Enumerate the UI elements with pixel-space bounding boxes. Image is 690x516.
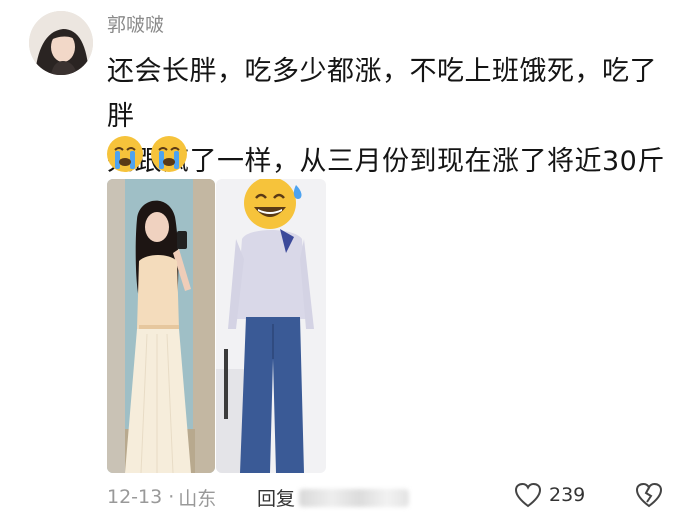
crying-face-icon [107, 136, 143, 172]
comment-location: 山东 [178, 487, 217, 510]
like-button[interactable]: 239 [514, 482, 585, 508]
comment-date: 12-13 [107, 486, 163, 508]
comment-text: 还会长胖，吃多少都涨，不吃上班饿死，吃了胖 死跟疯了一样，从三月份到现在涨了将近… [107, 49, 667, 184]
reply-button[interactable]: 回复 [257, 484, 410, 511]
like-count: 239 [549, 484, 586, 506]
username[interactable]: 郭啵啵 [107, 10, 164, 37]
emoji-row [105, 134, 189, 174]
comment-line-2: 死跟疯了一样，从三月份到现在涨了将近30斤 [107, 146, 665, 177]
after-photo[interactable] [216, 179, 326, 473]
crying-face-icon [151, 136, 187, 172]
heart-icon [514, 482, 542, 508]
dot-separator: · [168, 486, 175, 508]
comment-footer: 12-13 · 山东 回复 239 [107, 482, 667, 511]
comment-line-1: 还会长胖，吃多少都涨，不吃上班饿死，吃了胖 [107, 56, 657, 132]
before-photo[interactable] [107, 179, 215, 473]
avatar[interactable] [29, 11, 93, 75]
blurred-reply-preview [299, 488, 410, 507]
reply-label: 回复 [257, 488, 296, 510]
broken-heart-icon[interactable] [635, 482, 663, 508]
